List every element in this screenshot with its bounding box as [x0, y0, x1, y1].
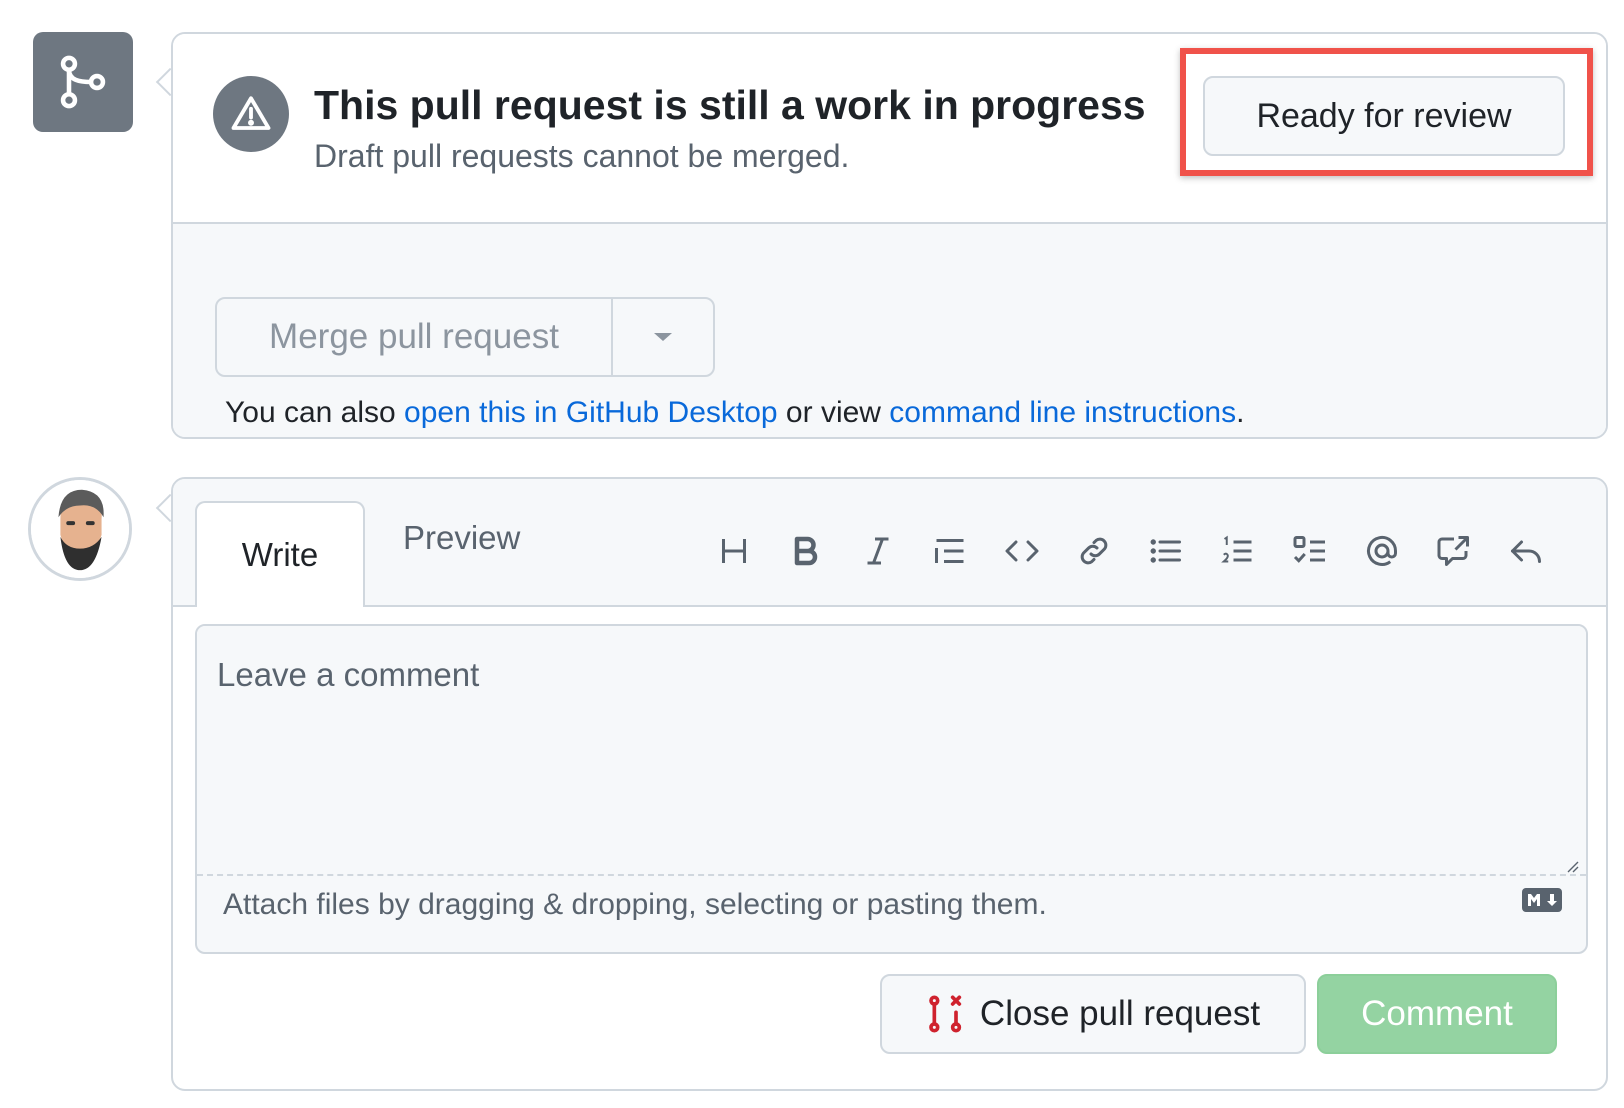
- markdown-toolbar: [698, 521, 1562, 581]
- merge-status-subtitle: Draft pull requests cannot be merged.: [314, 138, 850, 174]
- attach-files-hint[interactable]: Attach files by dragging & dropping, sel…: [223, 888, 1047, 922]
- alternative-merge-text: You can also open this in GitHub Desktop…: [225, 396, 1244, 430]
- command-line-instructions-link[interactable]: command line instructions: [889, 396, 1236, 429]
- tab-write[interactable]: Write: [195, 501, 365, 607]
- git-merge-icon: [33, 32, 133, 132]
- merge-status-title: This pull request is still a work in pro…: [314, 82, 1146, 128]
- period-text: .: [1236, 396, 1245, 429]
- tab-preview[interactable]: Preview: [403, 519, 520, 557]
- mention-icon[interactable]: [1346, 521, 1418, 581]
- comment-button[interactable]: Comment: [1317, 974, 1557, 1054]
- unordered-list-icon[interactable]: [1130, 521, 1202, 581]
- ordered-list-icon[interactable]: [1202, 521, 1274, 581]
- heading-icon[interactable]: [698, 521, 770, 581]
- caret-down-icon: [654, 333, 672, 341]
- comment-form: Write Preview Leave a comment Attach fil…: [171, 477, 1608, 1091]
- italic-icon[interactable]: [842, 521, 914, 581]
- merge-actions: Merge pull request You can also open thi…: [173, 224, 1606, 437]
- merge-button-group: Merge pull request: [215, 297, 715, 377]
- merge-pull-request-button[interactable]: Merge pull request: [217, 299, 613, 375]
- cross-reference-icon[interactable]: [1418, 521, 1490, 581]
- merge-method-dropdown[interactable]: [613, 299, 713, 375]
- task-list-icon[interactable]: [1274, 521, 1346, 581]
- comment-tab-bar: Write Preview: [173, 479, 1606, 607]
- close-pull-request-button[interactable]: Close pull request: [880, 974, 1306, 1054]
- markdown-icon[interactable]: [1522, 888, 1562, 912]
- git-pull-request-closed-icon: [929, 995, 962, 1033]
- bold-icon[interactable]: [770, 521, 842, 581]
- also-prefix: You can also: [225, 396, 405, 429]
- link-icon[interactable]: [1058, 521, 1130, 581]
- alert-icon: [213, 76, 289, 152]
- comment-editor: Attach files by dragging & dropping, sel…: [195, 624, 1588, 954]
- quote-icon[interactable]: [914, 521, 986, 581]
- code-icon[interactable]: [986, 521, 1058, 581]
- or-view-text: or view: [777, 396, 890, 429]
- reply-icon[interactable]: [1490, 521, 1562, 581]
- close-pull-request-label: Close pull request: [979, 994, 1261, 1033]
- avatar[interactable]: [28, 477, 132, 581]
- resize-grip-icon[interactable]: [1564, 858, 1580, 874]
- ready-for-review-button[interactable]: Ready for review: [1203, 76, 1565, 156]
- github-desktop-link[interactable]: open this in GitHub Desktop: [404, 396, 778, 429]
- comment-textarea[interactable]: [197, 626, 1586, 876]
